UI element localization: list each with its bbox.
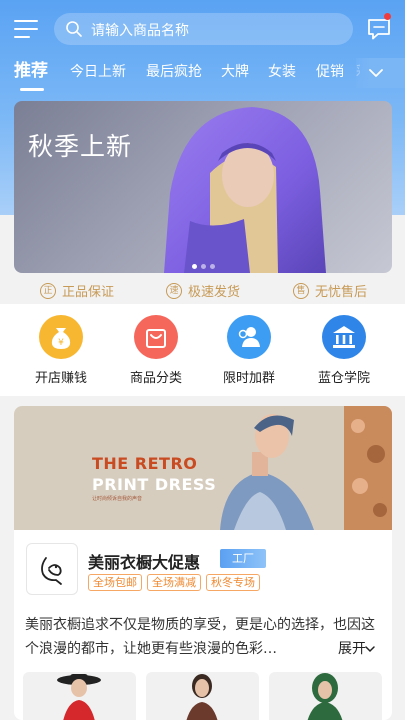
notification-dot	[384, 13, 391, 20]
tab-brands[interactable]: 大牌	[221, 60, 249, 84]
carousel-dot[interactable]	[209, 264, 215, 269]
guarantee-label: 正品保证	[62, 285, 115, 300]
carousel-dot[interactable]	[200, 264, 206, 269]
bird-logo-icon	[41, 557, 62, 585]
carousel-dot[interactable]	[191, 264, 197, 269]
academy-icon	[322, 315, 366, 359]
fast-shipping-icon: 速	[166, 282, 182, 299]
banner-title: 秋季上新	[28, 132, 133, 161]
service-guarantees: 正 正品保证 速 极速发货 售 无忧售后	[0, 281, 405, 301]
after-sales-icon: 售	[293, 282, 309, 299]
tab-last-sale[interactable]: 最后疯抢	[146, 60, 202, 84]
banner-caption: 让时尚倾诉自我的声音	[92, 496, 143, 502]
money-bag-icon: ¥	[39, 315, 83, 359]
shop-tags: 全场包邮 全场满减 秋冬专场	[88, 574, 265, 591]
banner-subheadline: PRINT DRESS	[92, 475, 217, 494]
guarantee-label: 无忧售后	[315, 285, 368, 300]
quick-entry-grid: ¥ 开店赚钱 商品分类 限时加群 蓝仓学院	[0, 304, 405, 396]
product-thumb[interactable]	[269, 672, 382, 720]
shop-tag: 全场包邮	[88, 574, 142, 591]
category-tabs: 推荐 今日上新 最后疯抢 大牌 女装 促销 彩	[0, 60, 360, 90]
entry-categories[interactable]: 商品分类	[111, 315, 201, 386]
more-tabs-button[interactable]	[356, 58, 405, 88]
entry-label: 限时加群	[222, 371, 275, 386]
search-placeholder: 请输入商品名称	[91, 23, 189, 39]
tab-womens[interactable]: 女装	[268, 60, 296, 84]
product-image	[186, 674, 218, 720]
guarantee-genuine: 正 正品保证	[40, 281, 114, 300]
tab-recommend[interactable]: 推荐	[14, 60, 48, 82]
product-image	[307, 673, 343, 720]
active-tab-indicator	[20, 88, 44, 91]
entry-label: 蓝仓学院	[317, 371, 370, 386]
shop-tag: 全场满减	[147, 574, 201, 591]
svg-text:¥: ¥	[58, 338, 64, 348]
genuine-icon: 正	[40, 282, 56, 299]
entry-academy[interactable]: 蓝仓学院	[299, 315, 389, 386]
guarantee-fast-shipping: 速 极速发货	[166, 281, 240, 300]
entry-label: 开店赚钱	[34, 371, 87, 386]
shop-banner[interactable]: THE RETRO PRINT DRESS 让时尚倾诉自我的声音	[14, 406, 392, 530]
tab-promotion[interactable]: 促销	[316, 60, 344, 84]
chevron-down-icon	[369, 69, 383, 77]
guarantee-after-sales: 售 无忧售后	[293, 281, 367, 300]
product-thumbnails	[23, 672, 387, 720]
entry-open-store[interactable]: ¥ 开店赚钱	[16, 315, 106, 386]
product-thumb[interactable]	[23, 672, 136, 720]
expand-button[interactable]: 展开	[336, 638, 375, 658]
entry-join-group[interactable]: 限时加群	[204, 315, 294, 386]
chevron-down-icon	[365, 646, 375, 653]
message-icon[interactable]	[366, 17, 392, 41]
group-icon	[227, 315, 271, 359]
expand-label: 展开	[338, 641, 366, 657]
shop-banner-image	[220, 406, 392, 530]
factory-badge: 工厂	[220, 549, 266, 568]
shop-logo[interactable]	[26, 543, 78, 595]
shop-tag: 秋冬专场	[206, 574, 260, 591]
guarantee-label: 极速发货	[188, 285, 241, 300]
product-image	[57, 674, 101, 720]
search-icon	[66, 21, 82, 37]
tab-new-today[interactable]: 今日上新	[70, 60, 126, 84]
shop-name: 美丽衣橱大促惠	[88, 553, 201, 572]
search-bar[interactable]: 请输入商品名称	[54, 13, 353, 45]
shop-description: 美丽衣橱追求不仅是物质的享受，更是心的选择，也因这个浪漫的都市，让她更有些浪漫的…	[25, 617, 375, 657]
entry-label: 商品分类	[129, 371, 182, 386]
banner-headline: THE RETRO	[92, 454, 198, 473]
shopping-bag-icon	[134, 315, 178, 359]
promo-banner[interactable]: 秋季上新	[14, 101, 392, 273]
menu-button[interactable]	[14, 18, 40, 40]
carousel-dots	[14, 264, 392, 269]
product-thumb[interactable]	[146, 672, 259, 720]
shop-card[interactable]: THE RETRO PRINT DRESS 让时尚倾诉自我的声音 美丽衣橱大促惠…	[14, 406, 392, 720]
